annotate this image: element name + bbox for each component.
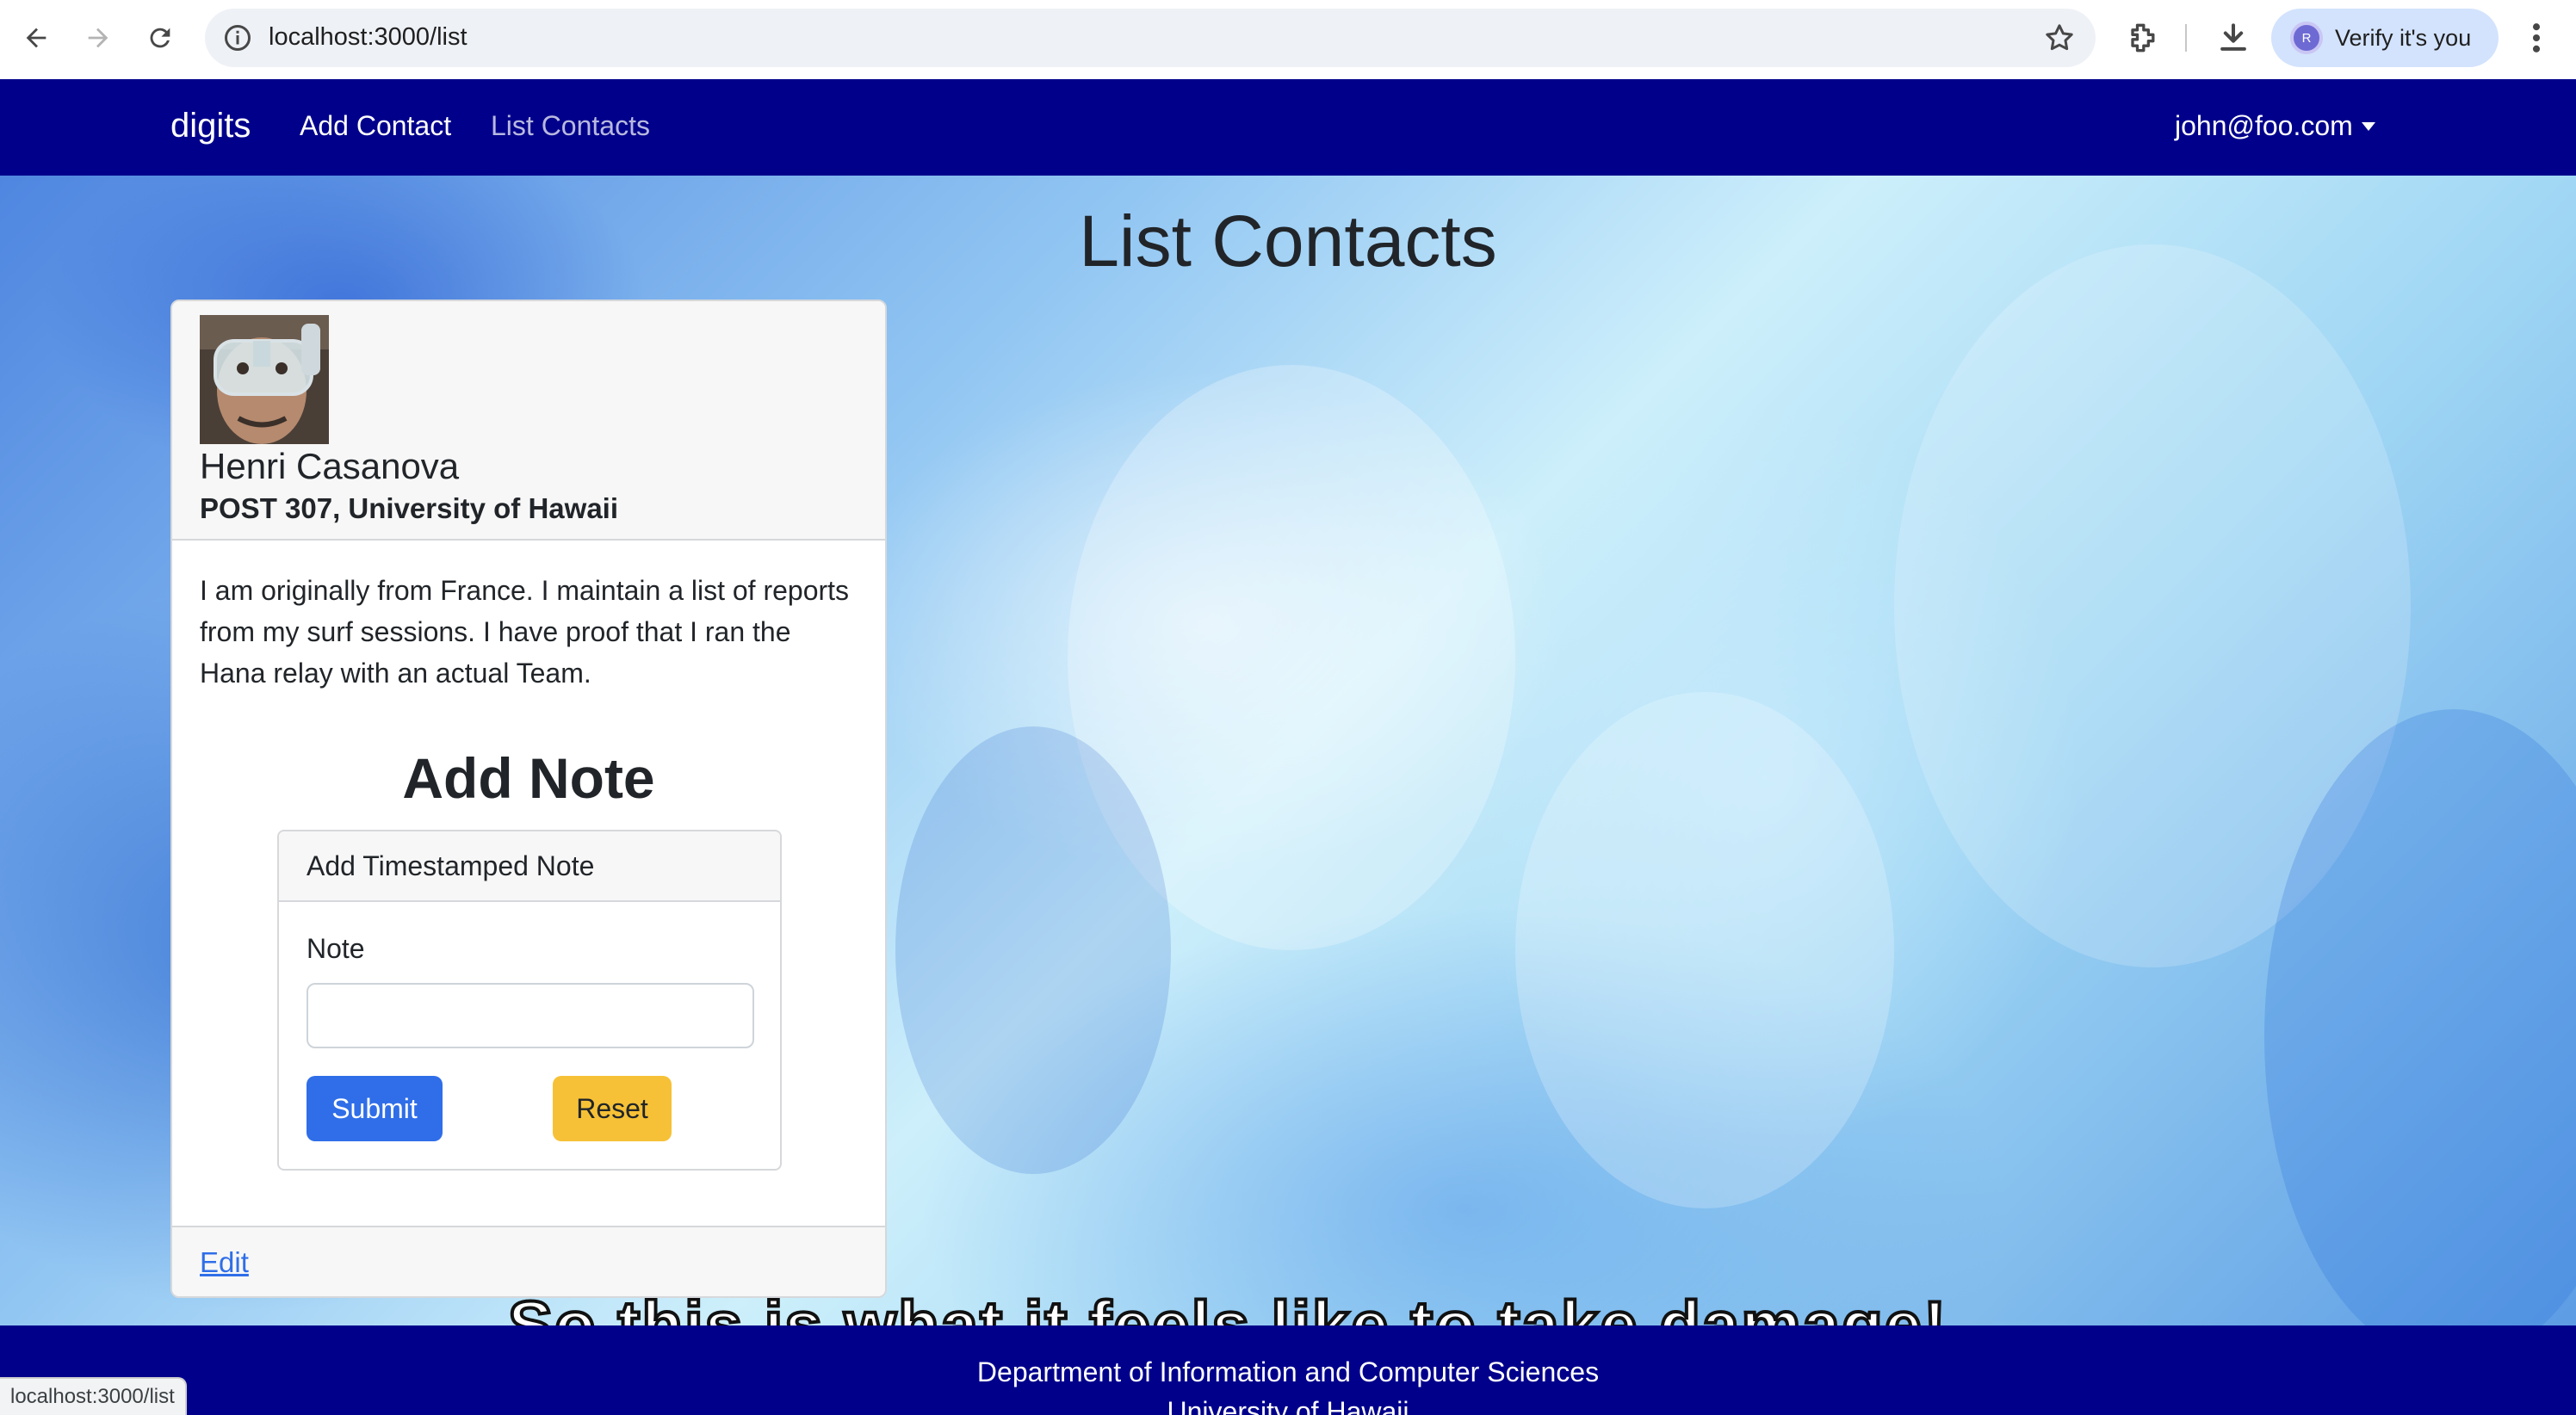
forward-icon[interactable] xyxy=(77,17,119,59)
user-dropdown[interactable]: john@foo.com xyxy=(2175,110,2375,142)
contact-card: Henri Casanova POST 307, University of H… xyxy=(170,300,887,1298)
note-form-title: Add Timestamped Note xyxy=(307,850,595,881)
app-navbar: digits Add Contact List Contacts john@fo… xyxy=(0,79,2576,176)
page-footer: Department of Information and Computer S… xyxy=(0,1325,2576,1415)
download-icon[interactable] xyxy=(2214,19,2252,57)
footer-university: University of Hawaii xyxy=(1167,1396,1409,1415)
contact-card-footer: Edit xyxy=(172,1226,885,1296)
edit-link[interactable]: Edit xyxy=(200,1246,249,1279)
submit-button[interactable]: Submit xyxy=(307,1076,443,1141)
address-bar[interactable]: localhost:3000/list xyxy=(205,9,2096,67)
verify-label: Verify it's you xyxy=(2335,24,2472,51)
user-email: john@foo.com xyxy=(2175,110,2353,141)
note-field-label: Note xyxy=(307,933,365,964)
back-icon[interactable] xyxy=(15,17,57,59)
toolbar-divider xyxy=(2185,24,2187,52)
nav-list-contacts[interactable]: List Contacts xyxy=(491,110,650,142)
reload-icon[interactable] xyxy=(139,17,181,59)
browser-menu-icon[interactable] xyxy=(2523,19,2550,57)
browser-toolbar: localhost:3000/list R Verify it's you xyxy=(0,0,2576,79)
note-input[interactable] xyxy=(307,983,754,1048)
add-note-form: Add Timestamped Note Note Submit Reset xyxy=(277,830,782,1171)
contact-address: POST 307, University of Hawaii xyxy=(200,492,619,524)
extensions-icon[interactable] xyxy=(2123,19,2161,57)
add-note-heading: Add Note xyxy=(402,746,655,810)
profile-avatar-icon: R xyxy=(2290,22,2323,54)
caret-down-icon xyxy=(2361,121,2375,131)
page-title: List Contacts xyxy=(1079,201,1497,281)
nav-add-contact[interactable]: Add Contact xyxy=(300,110,451,142)
contact-card-header: Henri Casanova POST 307, University of H… xyxy=(172,301,885,541)
link-status-bubble: localhost:3000/list xyxy=(0,1377,187,1415)
bookmark-star-icon[interactable] xyxy=(2042,21,2077,55)
reset-button[interactable]: Reset xyxy=(553,1076,672,1141)
contact-photo xyxy=(200,315,329,444)
footer-department: Department of Information and Computer S… xyxy=(976,1356,1600,1387)
site-info-icon[interactable] xyxy=(222,22,253,53)
note-form-header: Add Timestamped Note xyxy=(279,831,780,902)
verify-profile-button[interactable]: R Verify it's you xyxy=(2271,9,2499,67)
contact-description: I am originally from France. I maintain … xyxy=(200,575,850,689)
contact-name: Henri Casanova xyxy=(200,446,460,486)
brand-logo[interactable]: digits xyxy=(170,107,251,145)
url-text[interactable]: localhost:3000/list xyxy=(269,23,468,52)
